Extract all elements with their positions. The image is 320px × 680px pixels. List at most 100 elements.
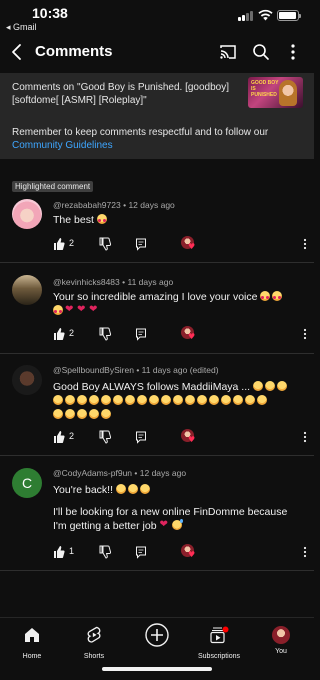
hushed-face-emoji — [264, 381, 275, 391]
thumbnail-text: GOOD BOY IS PUNISHED — [251, 80, 279, 98]
comment-text-line1: You're back!! — [53, 484, 113, 496]
comment-text-content: Good Boy ALWAYS follows MaddiiMaya ... — [53, 381, 251, 393]
avatar[interactable] — [12, 365, 42, 395]
hushed-face-emoji — [53, 395, 63, 405]
hushed-face-emoji — [149, 395, 159, 405]
reply-icon[interactable] — [135, 326, 147, 342]
like-count: 2 — [69, 238, 75, 248]
thumbs-up-icon[interactable] — [53, 236, 65, 252]
red-heart-emoji — [160, 518, 170, 532]
hushed-face-emoji — [276, 381, 287, 391]
hushed-face-emoji — [125, 395, 135, 405]
comment-text: You're back!! I'll be looking for a new … — [53, 483, 303, 533]
avatar[interactable] — [12, 199, 42, 229]
nav-you-label: You — [275, 648, 287, 655]
thumbs-down-icon[interactable] — [99, 544, 111, 560]
thumbs-down-icon[interactable] — [99, 326, 111, 342]
grimacing-face-emoji — [127, 484, 138, 494]
subscriptions-icon — [210, 626, 229, 644]
hushed-face-emoji — [197, 395, 207, 405]
comment-text: Good Boy ALWAYS follows MaddiiMaya ... — [53, 380, 303, 422]
hushed-face-emoji — [53, 409, 63, 419]
reply-icon[interactable] — [135, 236, 147, 252]
meta-separator: • — [134, 468, 138, 478]
hushed-face-emoji — [89, 409, 99, 419]
profile-avatar-icon — [272, 626, 290, 644]
creator-heart-icon: ♥ — [181, 544, 197, 560]
comment-author[interactable]: @SpellboundBySiren — [53, 365, 134, 375]
hushed-face-emoji — [101, 395, 111, 405]
hushed-face-emoji — [161, 395, 171, 405]
thumbs-down-icon[interactable] — [99, 236, 111, 252]
battery-icon — [277, 10, 301, 21]
comment-more-icon[interactable] — [303, 328, 307, 340]
hushed-face-emoji — [77, 395, 87, 405]
hushed-face-emoji — [233, 395, 243, 405]
community-guidelines-notice: Remember to keep comments respectful and… — [0, 117, 314, 159]
clock: 10:38 — [32, 5, 68, 21]
meta-separator: • — [136, 365, 140, 375]
hushed-face-emoji — [101, 409, 111, 419]
reply-icon[interactable] — [135, 544, 147, 560]
meta-separator: • — [123, 200, 127, 210]
comment-author[interactable]: @kevinhicks8483 — [53, 277, 120, 287]
hushed-face-emoji — [137, 395, 147, 405]
back-arrow-icon[interactable] — [8, 42, 26, 62]
comment-meta: @CodyAdams-pf9un • 12 days ago — [53, 468, 186, 478]
thumbs-up-icon[interactable] — [53, 429, 65, 445]
comment-meta: @kevinhicks8483 • 11 days ago — [53, 277, 173, 287]
back-to-gmail[interactable]: ◂ Gmail — [6, 22, 37, 33]
comment-divider — [0, 262, 314, 263]
hushed-face-emoji — [113, 395, 123, 405]
thumbs-down-icon[interactable] — [99, 429, 111, 445]
community-guidelines-link[interactable]: Community Guidelines — [12, 140, 113, 151]
hushed-face-emoji — [173, 395, 183, 405]
comment-actions: 2 ♥ — [53, 326, 307, 342]
nav-home[interactable]: Home — [1, 626, 63, 662]
guidelines-message: Remember to keep comments respectful and… — [12, 127, 269, 138]
comment-actions: 2 ♥ — [53, 429, 307, 445]
hushed-face-emoji-row — [53, 409, 113, 421]
create-button[interactable] — [126, 623, 188, 659]
comment-more-icon[interactable] — [303, 238, 307, 250]
thumbs-up-icon[interactable] — [53, 544, 65, 560]
comment-actions: 2 ♥ — [53, 236, 307, 252]
comment-text: The best — [53, 213, 303, 227]
red-heart-emoji — [77, 303, 87, 317]
hushed-face-emoji-row — [53, 395, 269, 407]
thumbs-up-icon[interactable] — [53, 326, 65, 342]
comment-text: Your so incredible amazing I love your v… — [53, 290, 303, 318]
like-count: 2 — [69, 328, 75, 338]
more-options-icon[interactable] — [283, 42, 303, 62]
comment-author[interactable]: @CodyAdams-pf9un — [53, 468, 132, 478]
comment-meta: @rezababah9723 • 12 days ago — [53, 200, 175, 210]
video-info-card[interactable]: Comments on "Good Boy is Punished. [good… — [0, 73, 314, 117]
comment-author[interactable]: @rezababah9723 — [53, 200, 121, 210]
comment-divider — [0, 455, 314, 456]
status-bar: 10:38 ◂ Gmail — [0, 0, 314, 36]
red-heart-emoji — [89, 303, 99, 317]
creator-heart-icon: ♥ — [181, 326, 197, 342]
cast-icon[interactable] — [218, 42, 238, 62]
search-icon[interactable] — [251, 42, 271, 62]
comment-text-content: The best — [53, 214, 94, 226]
avatar[interactable]: C — [12, 468, 42, 498]
hushed-face-emoji — [257, 395, 267, 405]
nav-subscriptions[interactable]: Subscriptions — [188, 626, 250, 662]
comment-more-icon[interactable] — [303, 431, 307, 443]
comment-more-icon[interactable] — [303, 546, 307, 558]
comment-time: 11 days ago (edited) — [141, 365, 219, 375]
hushed-face-emoji — [89, 395, 99, 405]
avatar[interactable] — [12, 275, 42, 305]
comments-header: Comments — [0, 36, 314, 68]
comment-time: 11 days ago — [127, 277, 174, 287]
hushed-face-emoji — [252, 381, 263, 391]
reply-icon[interactable] — [135, 429, 147, 445]
creator-heart-icon: ♥ — [181, 429, 197, 445]
creator-heart-icon: ♥ — [181, 236, 197, 252]
hushed-face-emoji — [221, 395, 231, 405]
nav-shorts[interactable]: Shorts — [63, 626, 125, 662]
comment-divider — [0, 353, 314, 354]
video-thumbnail[interactable]: GOOD BOY IS PUNISHED — [248, 77, 303, 108]
nav-you[interactable]: You — [250, 626, 312, 662]
